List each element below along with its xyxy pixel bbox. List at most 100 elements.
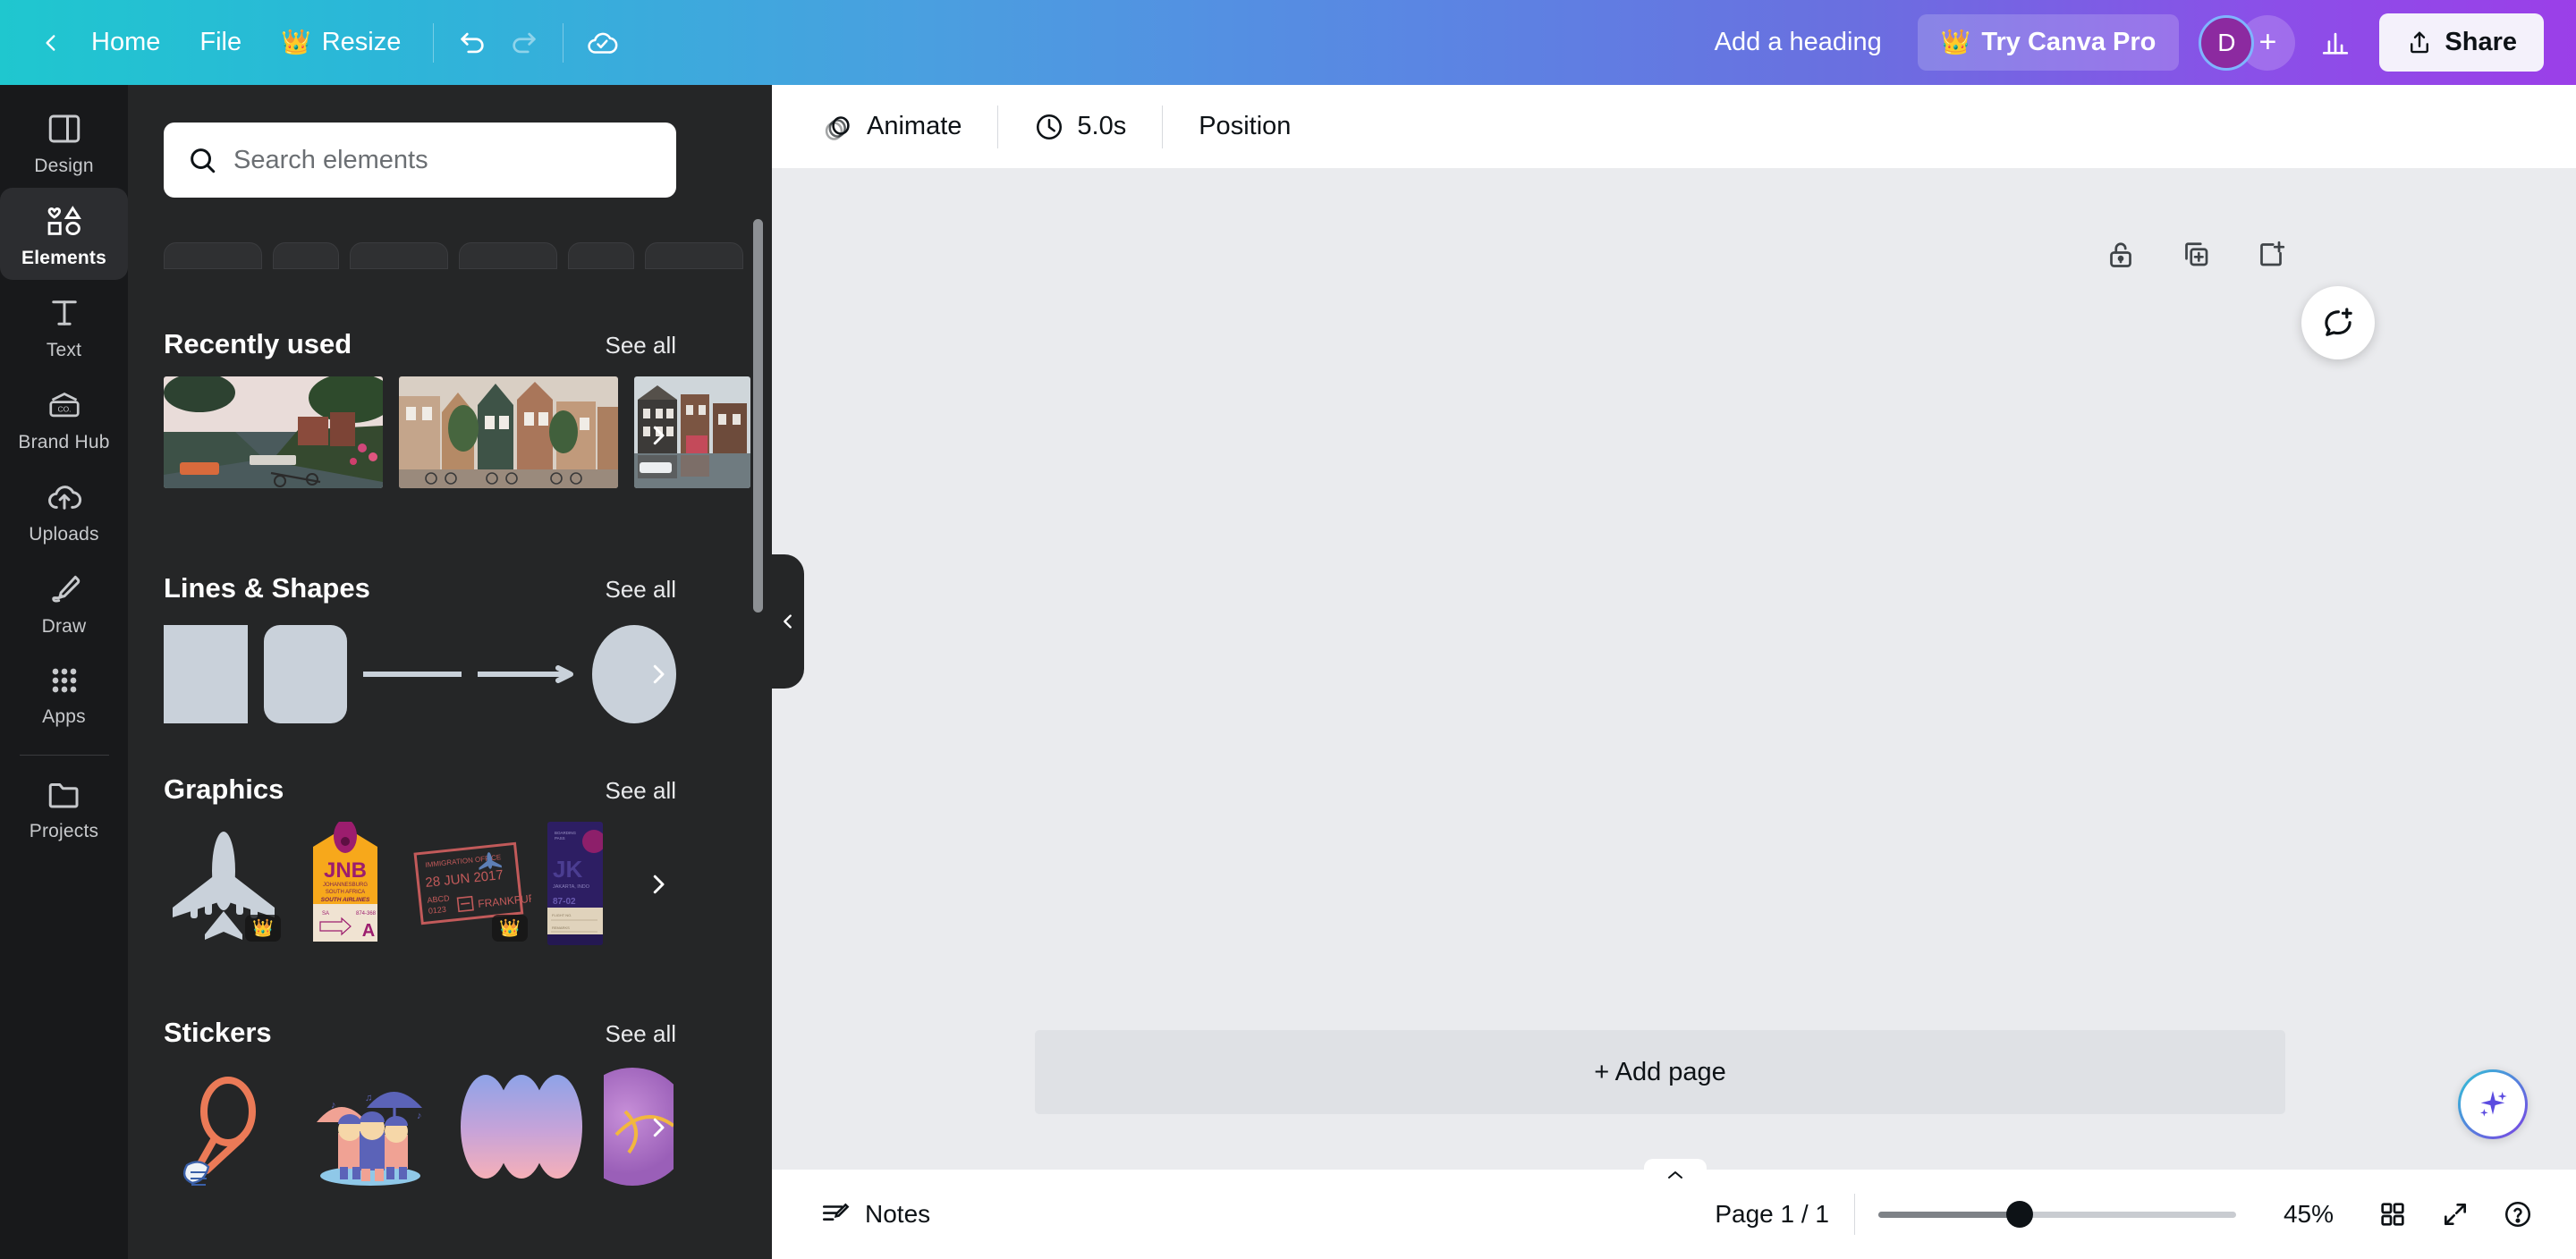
zoom-slider-fill xyxy=(1878,1211,2017,1218)
rail-divider xyxy=(19,755,109,756)
fullscreen-button[interactable] xyxy=(2428,1187,2483,1242)
svg-text:CO.: CO. xyxy=(57,404,71,413)
category-chip[interactable] xyxy=(645,242,743,269)
duplicate-page-button[interactable] xyxy=(2173,231,2219,277)
notes-icon xyxy=(820,1199,851,1229)
category-chip[interactable] xyxy=(350,242,448,269)
sidebar-item-draw[interactable]: Draw xyxy=(0,556,128,648)
resize-button[interactable]: 👑 Resize xyxy=(261,17,420,68)
collapse-panel-button[interactable] xyxy=(772,554,804,689)
sidebar-item-brand-hub[interactable]: CO. Brand Hub xyxy=(0,372,128,464)
share-button[interactable]: Share xyxy=(2379,13,2544,72)
animate-button[interactable]: Animate xyxy=(801,99,983,155)
boarding-pass-graphic[interactable]: BOARDING PASS JK JAKARTA, INDO 87-02 FLI… xyxy=(547,822,603,945)
try-canva-pro-button[interactable]: 👑 Try Canva Pro xyxy=(1917,14,2180,71)
brand-hub-icon: CO. xyxy=(45,386,84,424)
kids-umbrella-sticker[interactable]: ♪ ♫ ♪ xyxy=(301,1065,439,1188)
page-count: Page 1 / 1 xyxy=(1715,1200,1829,1228)
category-chip[interactable] xyxy=(568,242,634,269)
avatar[interactable]: D xyxy=(2199,14,2255,71)
category-chip[interactable] xyxy=(459,242,557,269)
arrow-shape[interactable] xyxy=(478,625,576,723)
next-arrow-button[interactable] xyxy=(639,865,678,904)
help-question-icon xyxy=(2503,1199,2533,1229)
position-button[interactable]: Position xyxy=(1177,100,1312,153)
recent-thumbnail[interactable] xyxy=(164,376,383,488)
section-title: Lines & Shapes xyxy=(164,572,370,604)
add-comment-button[interactable] xyxy=(2301,286,2375,359)
line-shape[interactable] xyxy=(363,625,462,723)
section-title: Stickers xyxy=(164,1017,272,1048)
svg-text:SA: SA xyxy=(322,911,329,917)
top-toolbar-right: Add a heading 👑 Try Canva Pro D + Share xyxy=(1691,13,2544,72)
duplicate-page-icon xyxy=(2180,238,2212,270)
rounded-square-shape[interactable] xyxy=(263,625,348,723)
upload-cloud-icon xyxy=(45,478,84,516)
zoom-value: 45% xyxy=(2283,1200,2334,1228)
svg-text:REMARKS: REMARKS xyxy=(552,925,570,930)
apps-grid-icon xyxy=(47,663,82,698)
svg-text:SOUTH AIRLINES: SOUTH AIRLINES xyxy=(321,897,370,903)
sidebar-item-text[interactable]: Text xyxy=(0,280,128,372)
add-heading-button[interactable]: Add a heading xyxy=(1691,15,1905,70)
home-button[interactable]: Home xyxy=(72,17,180,68)
next-arrow-button[interactable] xyxy=(639,1108,678,1147)
redo-button[interactable] xyxy=(498,17,550,69)
sidebar-item-label: Text xyxy=(46,340,82,360)
sidebar-item-projects[interactable]: Projects xyxy=(0,761,128,853)
help-button[interactable] xyxy=(2490,1187,2546,1242)
notes-expand-handle[interactable] xyxy=(1644,1159,1707,1184)
duration-button[interactable]: 5.0s xyxy=(1013,100,1148,154)
cloud-saved-button[interactable] xyxy=(576,17,628,69)
jnb-luggage-tag-graphic[interactable]: JNB JOHANNESBURG SOUTH AFRICA SOUTH AIRL… xyxy=(301,822,390,945)
section-header: Stickers See all xyxy=(164,1017,676,1049)
see-all-link[interactable]: See all xyxy=(606,777,677,805)
see-all-link[interactable]: See all xyxy=(606,332,677,359)
lock-icon xyxy=(2105,238,2137,270)
panel-scrollbar[interactable] xyxy=(753,219,763,613)
see-all-link[interactable]: See all xyxy=(606,1020,677,1048)
sidebar-item-uploads[interactable]: Uploads xyxy=(0,464,128,556)
search-input[interactable]: Search elements xyxy=(164,123,676,198)
next-arrow-button[interactable] xyxy=(639,416,678,455)
magic-ai-button[interactable] xyxy=(2458,1069,2528,1139)
lock-button[interactable] xyxy=(2097,231,2144,277)
grid-view-button[interactable] xyxy=(2365,1187,2420,1242)
divider xyxy=(563,22,564,63)
undo-button[interactable] xyxy=(446,17,498,69)
sidebar-item-design[interactable]: Design xyxy=(0,96,128,188)
tennis-racket-sticker[interactable] xyxy=(164,1065,284,1188)
square-shape[interactable] xyxy=(164,625,248,723)
add-page-button[interactable] xyxy=(2248,231,2294,277)
see-all-link[interactable]: See all xyxy=(606,576,677,604)
svg-text:ABCD: ABCD xyxy=(427,893,450,905)
file-label: File xyxy=(199,28,242,56)
zoom-slider-knob[interactable] xyxy=(2006,1201,2033,1228)
insights-button[interactable] xyxy=(2309,17,2361,69)
sidebar-item-elements[interactable]: Elements xyxy=(0,188,128,280)
section-recently-used: Recently used See all xyxy=(164,328,750,494)
canva-editor: Home File 👑 Resize Add a heading 👑 Try C… xyxy=(0,0,2576,1259)
graphics-row: 👑 JNB JOHANNESBURG SOUTH AFRICA SOUTH AI… xyxy=(164,822,676,947)
category-chip[interactable] xyxy=(164,242,262,269)
file-menu-button[interactable]: File xyxy=(180,17,261,68)
add-page-bar[interactable]: + Add page xyxy=(1035,1030,2285,1114)
zoom-slider[interactable] xyxy=(1878,1196,2236,1232)
chevron-left-icon xyxy=(39,31,63,55)
back-button[interactable] xyxy=(27,21,72,65)
passport-stamp-graphic[interactable]: IMMIGRATION OFFICE 28 JUN 2017 ABCD 0123… xyxy=(406,822,531,945)
sidebar-item-apps[interactable]: Apps xyxy=(0,648,128,739)
sidebar-item-label: Projects xyxy=(29,821,99,841)
recent-thumbnail[interactable] xyxy=(399,376,618,488)
notes-button[interactable]: Notes xyxy=(802,1187,948,1241)
svg-text:♪: ♪ xyxy=(417,1111,422,1121)
crown-icon: 👑 xyxy=(1940,29,1971,55)
next-arrow-button[interactable] xyxy=(639,655,678,694)
top-toolbar: Home File 👑 Resize Add a heading 👑 Try C… xyxy=(0,0,2576,85)
fullscreen-icon xyxy=(2441,1200,2470,1229)
airplane-graphic[interactable]: 👑 xyxy=(164,822,284,945)
gradient-ovals-sticker[interactable] xyxy=(455,1065,588,1188)
insights-bar-chart-icon xyxy=(2320,28,2351,58)
category-chip[interactable] xyxy=(273,242,339,269)
collaborators: D + xyxy=(2199,14,2296,71)
